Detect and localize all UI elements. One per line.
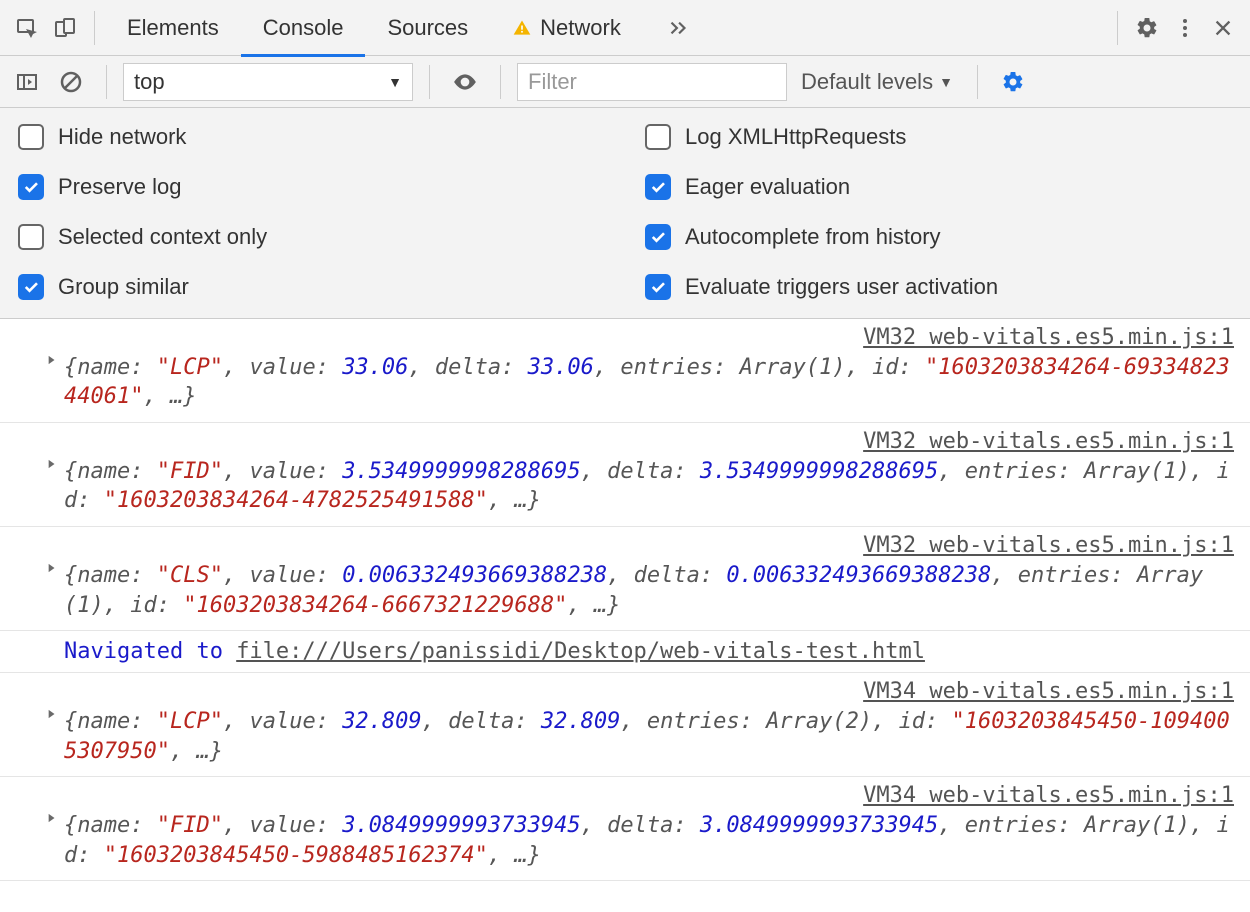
- tab-sources[interactable]: Sources: [365, 0, 490, 56]
- source-link[interactable]: VM32 web-vitals.es5.min.js:1: [64, 323, 1240, 353]
- checkbox[interactable]: [645, 224, 671, 250]
- context-selector[interactable]: top ▼: [123, 63, 413, 101]
- checkbox[interactable]: [645, 124, 671, 150]
- tab-bar: Elements Console Sources Network: [0, 0, 1250, 56]
- setting-log-xhr[interactable]: Log XMLHttpRequests: [645, 124, 1232, 150]
- divider: [1117, 11, 1118, 45]
- divider: [429, 65, 430, 99]
- setting-preserve-log[interactable]: Preserve log: [18, 174, 605, 200]
- divider: [977, 65, 978, 99]
- tab-network-label: Network: [540, 15, 621, 41]
- log-levels-dropdown[interactable]: Default levels ▼: [793, 69, 961, 95]
- source-link[interactable]: VM34 web-vitals.es5.min.js:1: [64, 781, 1240, 811]
- kebab-icon[interactable]: [1166, 9, 1204, 47]
- tab-overflow[interactable]: [643, 0, 713, 56]
- setting-user-activation[interactable]: Evaluate triggers user activation: [645, 274, 1232, 300]
- chevron-down-icon: ▼: [939, 74, 953, 90]
- device-toggle-icon[interactable]: [46, 9, 84, 47]
- setting-label: Log XMLHttpRequests: [685, 124, 906, 150]
- context-label: top: [134, 69, 165, 95]
- console-log-entry[interactable]: VM32 web-vitals.es5.min.js:1{name: "LCP"…: [0, 319, 1250, 423]
- gear-icon[interactable]: [1128, 9, 1166, 47]
- log-object: {name: "CLS", value: 0.00633249366938823…: [64, 561, 1240, 620]
- divider: [106, 65, 107, 99]
- inspect-icon[interactable]: [8, 9, 46, 47]
- console-toolbar: top ▼ Default levels ▼: [0, 56, 1250, 108]
- checkbox[interactable]: [18, 274, 44, 300]
- checkbox[interactable]: [645, 274, 671, 300]
- close-icon[interactable]: [1204, 9, 1242, 47]
- setting-group-similar[interactable]: Group similar: [18, 274, 605, 300]
- setting-hide-network[interactable]: Hide network: [18, 124, 605, 150]
- setting-label: Hide network: [58, 124, 186, 150]
- checkbox[interactable]: [18, 174, 44, 200]
- checkbox[interactable]: [18, 224, 44, 250]
- checkbox[interactable]: [18, 124, 44, 150]
- divider: [94, 11, 95, 45]
- log-object: {name: "FID", value: 3.0849999993733945,…: [64, 811, 1240, 870]
- setting-label: Autocomplete from history: [685, 224, 941, 250]
- setting-label: Group similar: [58, 274, 189, 300]
- expand-arrow-icon[interactable]: [44, 811, 58, 825]
- console-log-entry[interactable]: VM34 web-vitals.es5.min.js:1{name: "LCP"…: [0, 673, 1250, 777]
- tab-console[interactable]: Console: [241, 0, 366, 56]
- log-levels-label: Default levels: [801, 69, 933, 95]
- setting-selected-only[interactable]: Selected context only: [18, 224, 605, 250]
- log-object: {name: "FID", value: 3.5349999998288695,…: [64, 457, 1240, 516]
- clear-console-icon[interactable]: [52, 63, 90, 101]
- nav-url-link[interactable]: file:///Users/panissidi/Desktop/web-vita…: [236, 639, 925, 664]
- console-settings-panel: Hide network Log XMLHttpRequests Preserv…: [0, 108, 1250, 319]
- console-settings-icon[interactable]: [994, 63, 1032, 101]
- log-object: {name: "LCP", value: 32.809, delta: 32.8…: [64, 707, 1240, 766]
- setting-label: Selected context only: [58, 224, 267, 250]
- navigation-log: Navigated to file:///Users/panissidi/Des…: [0, 631, 1250, 673]
- tab-elements[interactable]: Elements: [105, 0, 241, 56]
- source-link[interactable]: VM32 web-vitals.es5.min.js:1: [64, 531, 1240, 561]
- setting-label: Eager evaluation: [685, 174, 850, 200]
- expand-arrow-icon[interactable]: [44, 353, 58, 367]
- expand-arrow-icon[interactable]: [44, 561, 58, 575]
- expand-arrow-icon[interactable]: [44, 707, 58, 721]
- source-link[interactable]: VM34 web-vitals.es5.min.js:1: [64, 677, 1240, 707]
- setting-label: Preserve log: [58, 174, 182, 200]
- warning-icon: [512, 18, 532, 38]
- sidebar-toggle-icon[interactable]: [8, 63, 46, 101]
- divider: [500, 65, 501, 99]
- setting-eager-eval[interactable]: Eager evaluation: [645, 174, 1232, 200]
- eye-icon[interactable]: [446, 63, 484, 101]
- nav-prefix: Navigated to: [64, 639, 236, 664]
- checkbox[interactable]: [645, 174, 671, 200]
- tab-network[interactable]: Network: [490, 0, 643, 56]
- filter-input[interactable]: [517, 63, 787, 101]
- log-object: {name: "LCP", value: 33.06, delta: 33.06…: [64, 353, 1240, 412]
- console-log-area: VM32 web-vitals.es5.min.js:1{name: "LCP"…: [0, 319, 1250, 881]
- chevron-down-icon: ▼: [388, 74, 402, 90]
- console-log-entry[interactable]: VM32 web-vitals.es5.min.js:1{name: "CLS"…: [0, 527, 1250, 631]
- console-log-entry[interactable]: VM32 web-vitals.es5.min.js:1{name: "FID"…: [0, 423, 1250, 527]
- expand-arrow-icon[interactable]: [44, 457, 58, 471]
- setting-autocomplete[interactable]: Autocomplete from history: [645, 224, 1232, 250]
- source-link[interactable]: VM32 web-vitals.es5.min.js:1: [64, 427, 1240, 457]
- console-log-entry[interactable]: VM34 web-vitals.es5.min.js:1{name: "FID"…: [0, 777, 1250, 881]
- setting-label: Evaluate triggers user activation: [685, 274, 998, 300]
